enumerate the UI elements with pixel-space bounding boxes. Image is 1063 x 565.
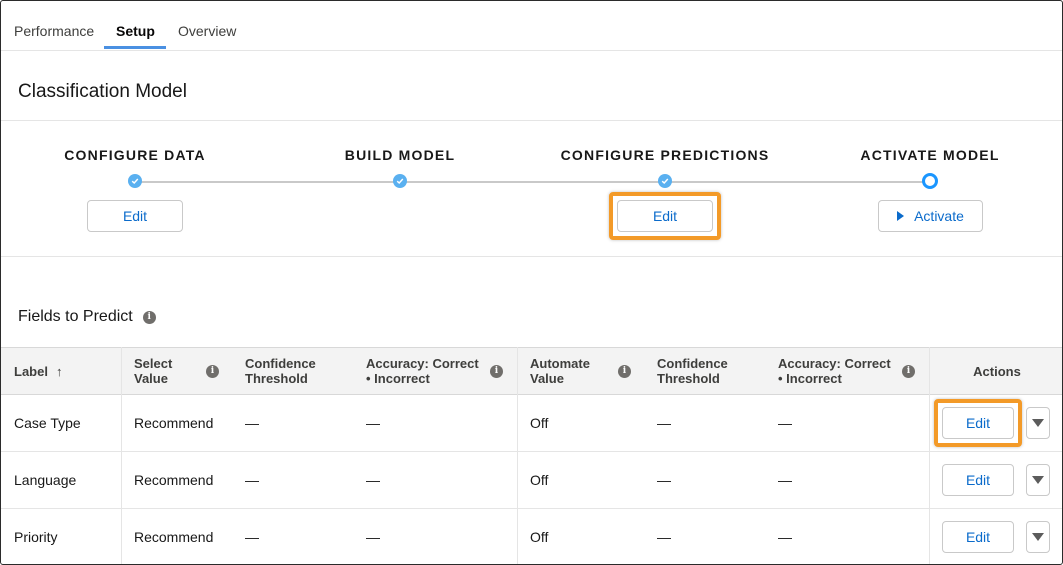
tab-bar: Performance Setup Overview: [1, 1, 1062, 51]
column-header-confidence-threshold-2: Confidence Threshold: [657, 348, 767, 394]
chevron-down-icon: [1032, 476, 1044, 484]
check-icon: [128, 174, 142, 188]
cell-confidence-2: —: [657, 415, 671, 431]
fields-to-predict-title: Fields to Predict: [18, 308, 133, 325]
column-header-accuracy: Accuracy: Correct • Incorrect i: [366, 348, 516, 394]
divider: [1, 256, 1062, 257]
info-icon[interactable]: i: [902, 365, 915, 378]
activate-button-label: Activate: [914, 208, 964, 224]
app-frame: Performance Setup Overview Classificatio…: [0, 0, 1063, 565]
step-label-configure-data: CONFIGURE DATA: [64, 147, 206, 163]
cell-accuracy: —: [366, 415, 380, 431]
cell-accuracy: —: [366, 472, 380, 488]
info-icon[interactable]: i: [490, 365, 503, 378]
column-header-actions: Actions: [930, 348, 1062, 394]
column-header-confidence-threshold: Confidence Threshold: [245, 348, 355, 394]
tab-overview[interactable]: Overview: [178, 23, 236, 39]
cell-accuracy-2: —: [778, 472, 792, 488]
cell-confidence: —: [245, 415, 259, 431]
tab-performance[interactable]: Performance: [14, 23, 94, 39]
configure-data-edit-button[interactable]: Edit: [87, 200, 183, 232]
cell-confidence: —: [245, 472, 259, 488]
table-row: Case Type Recommend — — Off — — Edit: [1, 395, 1062, 452]
row-menu-button[interactable]: [1026, 521, 1050, 553]
tab-setup[interactable]: Setup: [116, 23, 155, 39]
cell-automate: Off: [530, 415, 549, 431]
cell-confidence-2: —: [657, 472, 671, 488]
activate-button[interactable]: Activate: [878, 200, 983, 232]
column-header-text: Select Value: [134, 356, 173, 386]
row-edit-button[interactable]: Edit: [942, 521, 1014, 553]
column-header-text: Actions: [973, 363, 1021, 379]
page-title: Classification Model: [18, 81, 187, 102]
chevron-down-icon: [1032, 419, 1044, 427]
cell-label: Language: [14, 472, 77, 488]
divider: [1, 120, 1062, 121]
cell-automate: Off: [530, 529, 549, 545]
column-header-accuracy-2: Accuracy: Correct • Incorrect i: [778, 348, 928, 394]
row-edit-button[interactable]: Edit: [942, 407, 1014, 439]
column-header-text: Accuracy: Correct • Incorrect: [778, 356, 891, 386]
column-header-automate-value: Automate Value i: [530, 348, 644, 394]
section-title: Fields to Predict i: [18, 308, 156, 326]
row-edit-button[interactable]: Edit: [942, 464, 1014, 496]
cell-accuracy-2: —: [778, 415, 792, 431]
play-icon: [897, 211, 905, 221]
cell-accuracy-2: —: [778, 529, 792, 545]
cell-label: Case Type: [14, 415, 81, 431]
sort-ascending-icon[interactable]: ↑: [56, 364, 63, 379]
table-header: Label ↑ Select Value i Confidence Thresh…: [1, 347, 1062, 395]
table-row: Language Recommend — — Off — — Edit: [1, 452, 1062, 509]
active-tab-indicator: [104, 46, 166, 49]
row-menu-button[interactable]: [1026, 464, 1050, 496]
column-header-label[interactable]: Label ↑: [14, 348, 121, 394]
cell-confidence-2: —: [657, 529, 671, 545]
cell-confidence: —: [245, 529, 259, 545]
cell-select-value: Recommend: [134, 529, 214, 545]
configure-predictions-edit-button[interactable]: Edit: [617, 200, 713, 232]
info-icon[interactable]: i: [618, 365, 631, 378]
column-header-text: Confidence Threshold: [245, 356, 316, 386]
check-icon: [658, 174, 672, 188]
check-icon: [393, 174, 407, 188]
column-header-select-value: Select Value i: [134, 348, 232, 394]
step-label-build-model: BUILD MODEL: [344, 147, 456, 163]
column-header-text: Automate Value: [530, 356, 590, 386]
cell-select-value: Recommend: [134, 472, 214, 488]
column-header-text: Confidence Threshold: [657, 356, 728, 386]
column-header-text: Label: [14, 363, 48, 379]
row-menu-button[interactable]: [1026, 407, 1050, 439]
chevron-down-icon: [1032, 533, 1044, 541]
cell-accuracy: —: [366, 529, 380, 545]
table-row: Priority Recommend — — Off — — Edit: [1, 509, 1062, 564]
cell-automate: Off: [530, 472, 549, 488]
current-step-icon: [922, 173, 938, 189]
step-label-configure-predictions: CONFIGURE PREDICTIONS: [560, 147, 770, 163]
cell-select-value: Recommend: [134, 415, 214, 431]
info-icon[interactable]: i: [206, 365, 219, 378]
info-icon[interactable]: i: [142, 310, 156, 324]
cell-label: Priority: [14, 529, 58, 545]
stepper-track: [135, 181, 930, 183]
step-label-activate-model: ACTIVATE MODEL: [860, 147, 1000, 163]
column-header-text: Accuracy: Correct • Incorrect: [366, 356, 479, 386]
